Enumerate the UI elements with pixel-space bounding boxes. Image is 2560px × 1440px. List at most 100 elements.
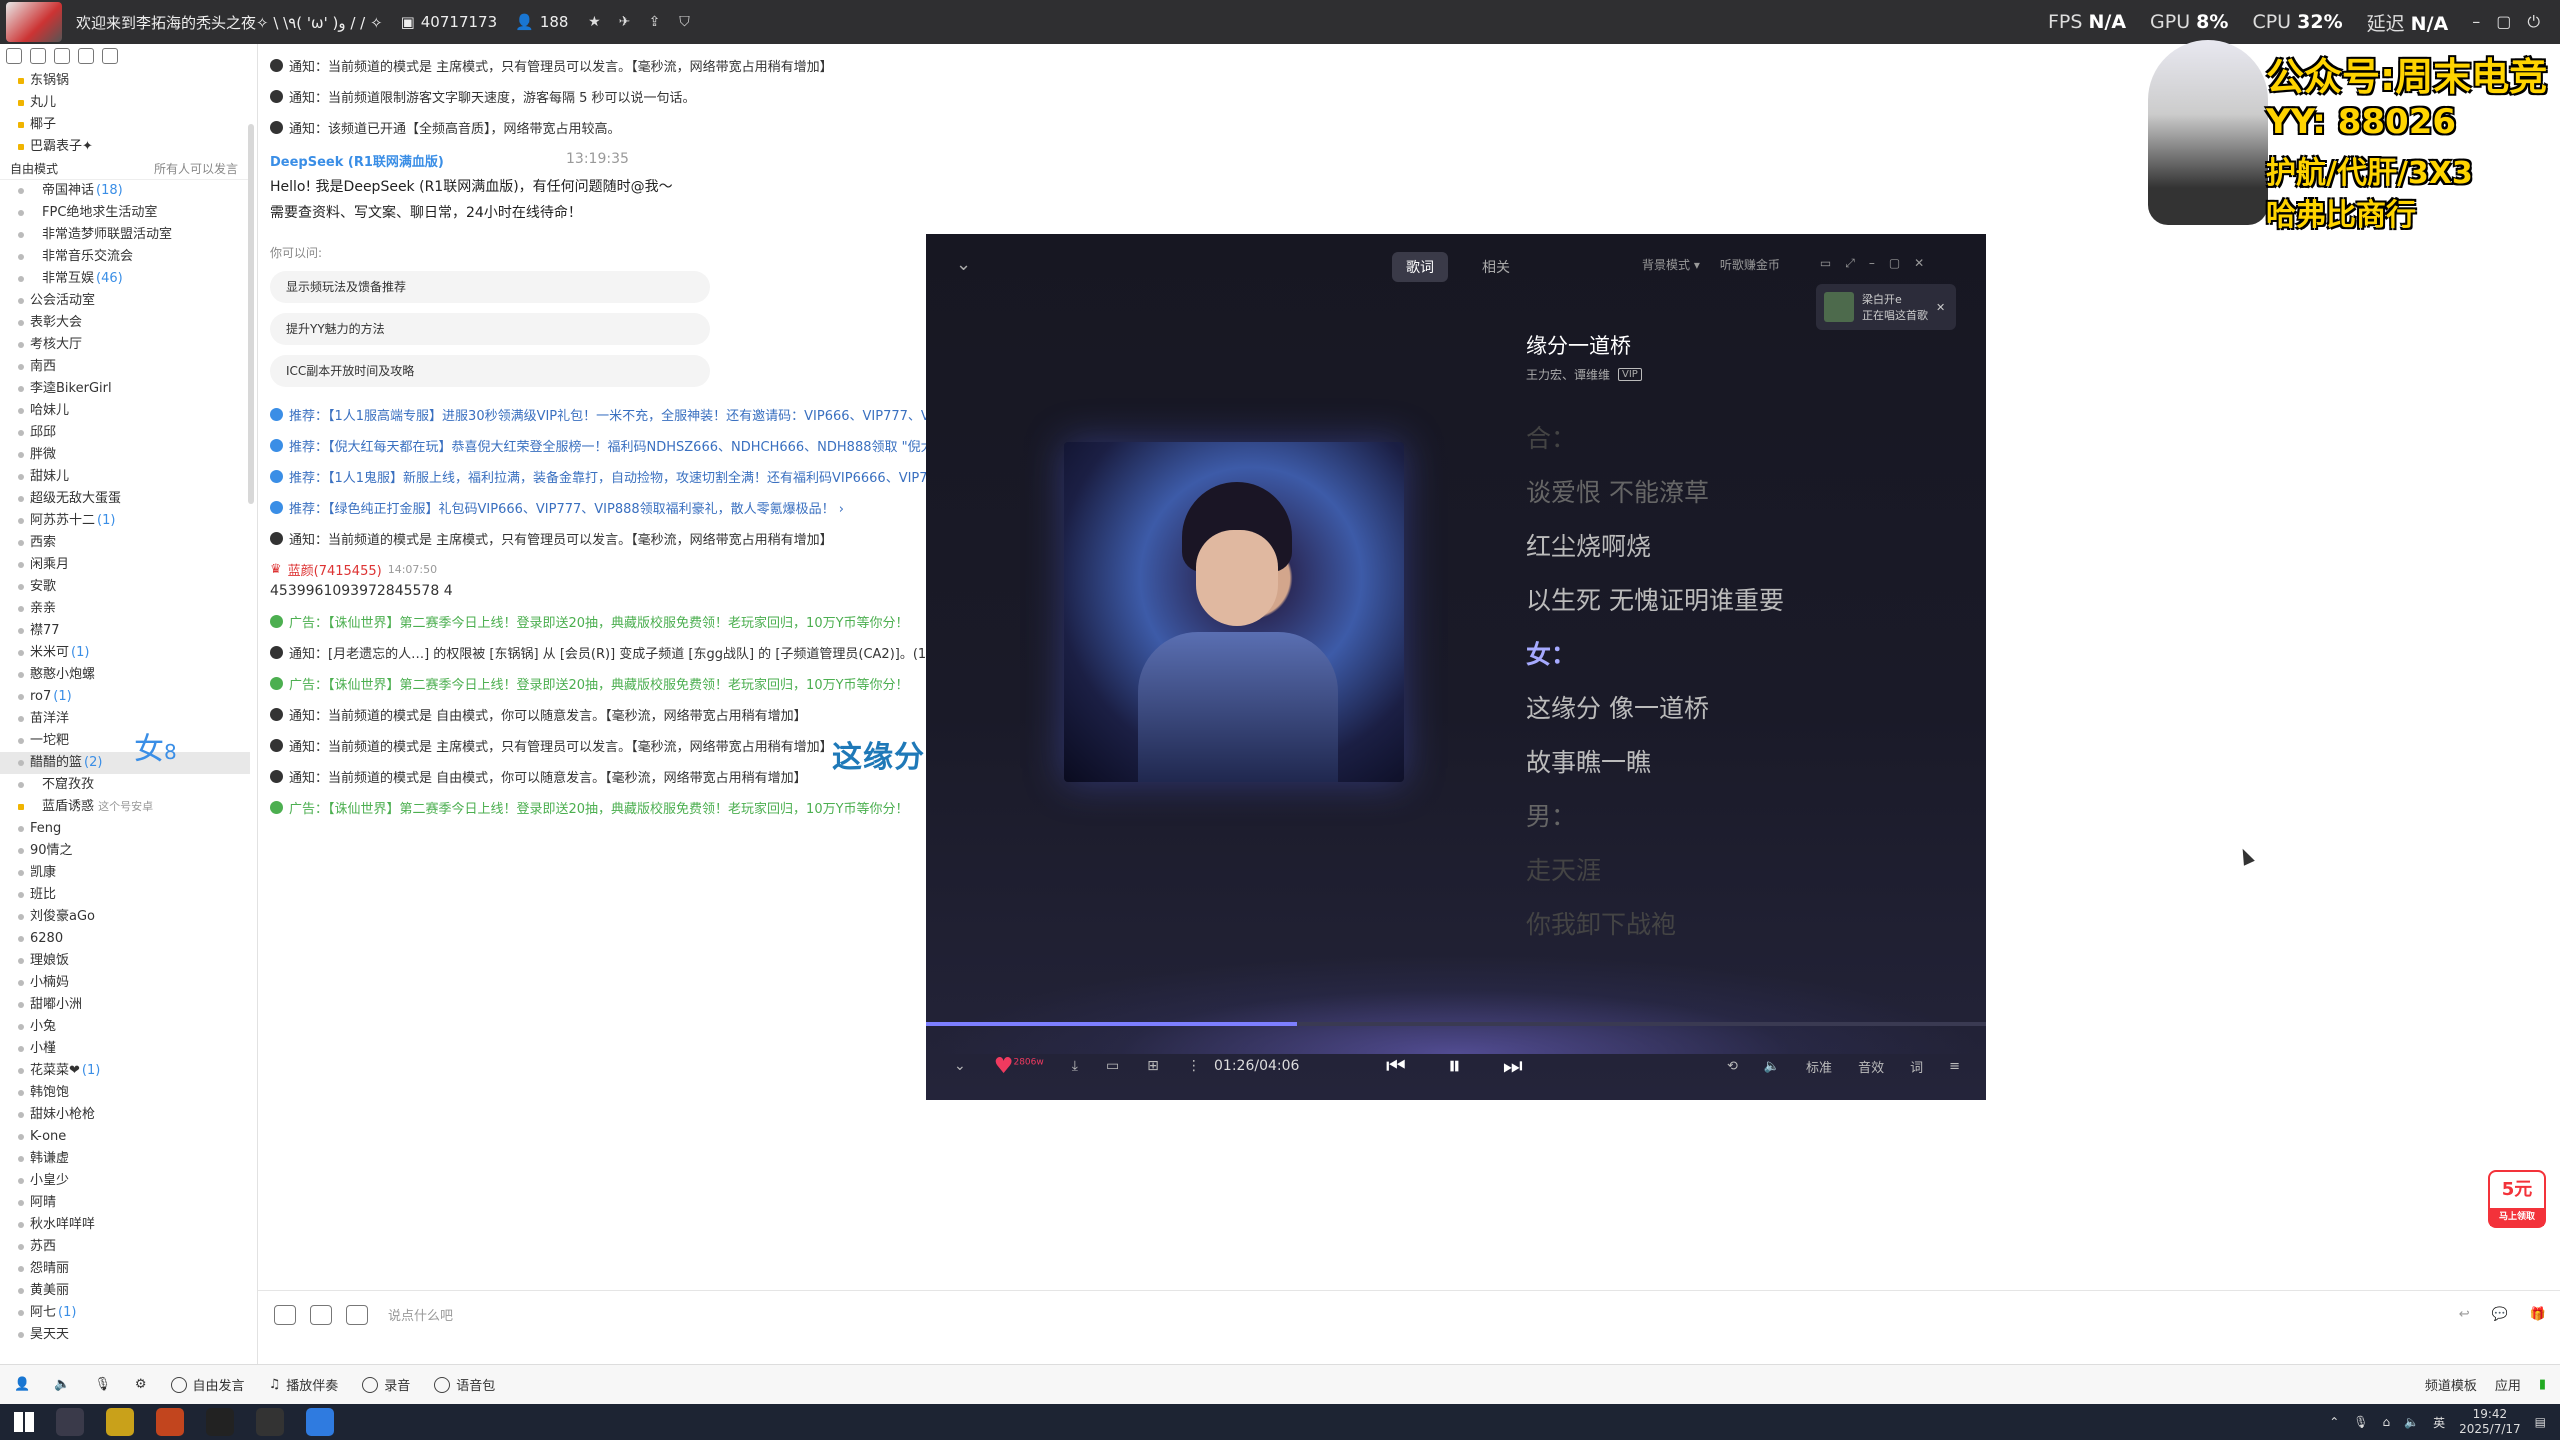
- tree-item[interactable]: 哈妹儿: [0, 400, 250, 422]
- record-button[interactable]: 录音: [362, 1375, 410, 1394]
- tree-item[interactable]: 甜妹儿: [0, 466, 250, 488]
- volume-icon[interactable]: 🔈: [2404, 1415, 2419, 1429]
- add-icon[interactable]: ⊞: [1147, 1058, 1159, 1074]
- bg-mode-button[interactable]: 背景模式 ▾: [1642, 256, 1700, 273]
- search-icon[interactable]: [102, 48, 118, 64]
- mic-icon[interactable]: 🎙: [94, 1377, 111, 1392]
- chevron-up-icon[interactable]: ⌃: [2329, 1415, 2339, 1429]
- tree-item[interactable]: ro7 (1): [0, 686, 250, 708]
- search-icon[interactable]: [346, 1304, 368, 1325]
- screen-icon[interactable]: ▭: [1820, 256, 1831, 273]
- close-icon[interactable]: ✕: [1914, 256, 1924, 273]
- tree-item[interactable]: 6280: [0, 928, 250, 950]
- ime-indicator[interactable]: 英: [2433, 1414, 2445, 1431]
- star-icon[interactable]: ★: [586, 14, 602, 30]
- power-icon[interactable]: ⏻: [2527, 12, 2540, 32]
- app-icon[interactable]: [156, 1408, 184, 1436]
- coupon-badge[interactable]: 5元 马上领取: [2488, 1170, 2546, 1228]
- suggestion-chip[interactable]: 提升YY魅力的方法: [270, 313, 710, 345]
- tree-item[interactable]: 巴霸表子✦: [0, 136, 250, 158]
- emoji-icon[interactable]: [274, 1304, 296, 1325]
- heart-icon[interactable]: ♥2806w: [994, 1054, 1044, 1079]
- tree-item[interactable]: 丸儿: [0, 92, 250, 114]
- tree-item[interactable]: 憨憨小炮螺: [0, 664, 250, 686]
- tree-item[interactable]: 邱邱: [0, 422, 250, 444]
- loop-icon[interactable]: ⟲: [1727, 1059, 1738, 1074]
- app-icon[interactable]: [106, 1408, 134, 1436]
- tree-item[interactable]: 超级无敌大蛋蛋: [0, 488, 250, 510]
- tree-item[interactable]: FPC绝地求生活动室: [0, 202, 250, 224]
- maximize-icon[interactable]: ▢: [1889, 256, 1900, 273]
- voice-pack-button[interactable]: 语音包: [434, 1375, 495, 1394]
- shield-icon[interactable]: ⛉: [676, 14, 692, 30]
- list-icon[interactable]: [78, 48, 94, 64]
- mixer-icon[interactable]: ⚙: [135, 1377, 147, 1392]
- tree-item[interactable]: 安歌: [0, 576, 250, 598]
- tree-item[interactable]: 花菜菜❤ (1): [0, 1060, 250, 1082]
- tree-item[interactable]: 阿晴: [0, 1192, 250, 1214]
- chat-input[interactable]: 说点什么吧: [388, 1305, 453, 1324]
- pause-icon[interactable]: ⏸: [1448, 1051, 1461, 1082]
- app-icon[interactable]: [206, 1408, 234, 1436]
- tree-item[interactable]: 帝国神话 (18): [0, 180, 250, 202]
- comment-icon[interactable]: ▭: [1106, 1058, 1119, 1074]
- notification-icon[interactable]: ▤: [2535, 1415, 2546, 1429]
- volume-icon[interactable]: 🔈: [1764, 1059, 1780, 1074]
- maximize-icon[interactable]: ▢: [2496, 12, 2511, 32]
- tree-item[interactable]: 90情之: [0, 840, 250, 862]
- tree-item[interactable]: 班比: [0, 884, 250, 906]
- plane-icon[interactable]: ✈: [616, 14, 632, 30]
- tree-item[interactable]: 胖微: [0, 444, 250, 466]
- share-icon[interactable]: ⇪: [646, 14, 662, 30]
- earn-coins-button[interactable]: 听歌赚金币: [1720, 256, 1780, 273]
- group-icon[interactable]: [30, 48, 46, 64]
- artist-name[interactable]: 王力宏、谭维维: [1526, 366, 1610, 383]
- user-icon[interactable]: [6, 48, 22, 64]
- tree-item[interactable]: 李逵BikerGirl: [0, 378, 250, 400]
- app-icon[interactable]: [256, 1408, 284, 1436]
- download-icon[interactable]: ⤓: [1072, 1058, 1078, 1074]
- chevron-down-icon[interactable]: ⌄: [954, 1058, 966, 1074]
- tree-item[interactable]: 秋水咩咩咩: [0, 1214, 250, 1236]
- tree-item[interactable]: 黄美丽: [0, 1280, 250, 1302]
- lyric-button[interactable]: 词: [1910, 1057, 1923, 1076]
- tree-item[interactable]: 小兔: [0, 1016, 250, 1038]
- tree-item[interactable]: 米米可 (1): [0, 642, 250, 664]
- tree-item[interactable]: 怨晴丽: [0, 1258, 250, 1280]
- chevron-down-icon[interactable]: ⌄: [956, 254, 971, 275]
- tree-item[interactable]: 闲乘月: [0, 554, 250, 576]
- tree-item[interactable]: 小楠妈: [0, 972, 250, 994]
- suggestion-chip[interactable]: 显示频玩法及馈备推荐: [270, 271, 710, 303]
- tree-item[interactable]: 阿苏苏十二 (1): [0, 510, 250, 532]
- play-music-button[interactable]: ♫ 播放伴奏: [269, 1375, 339, 1394]
- gamepad-icon[interactable]: [310, 1304, 332, 1325]
- gift-icon[interactable]: 🎁: [2530, 1307, 2546, 1322]
- tree-item[interactable]: 表彰大会: [0, 312, 250, 334]
- fullscreen-icon[interactable]: ⤢: [1845, 256, 1855, 273]
- person-icon[interactable]: 👤: [14, 1377, 30, 1392]
- tree-item[interactable]: Feng: [0, 818, 250, 840]
- progress-bar[interactable]: [926, 1022, 1986, 1026]
- tab-lyrics[interactable]: 歌词: [1392, 252, 1448, 282]
- channel-member[interactable]: 不窟孜孜: [0, 774, 250, 796]
- tree-item[interactable]: 昊天天: [0, 1324, 250, 1346]
- tree-item[interactable]: 考核大厅: [0, 334, 250, 356]
- network-icon[interactable]: ⌂: [2383, 1415, 2391, 1429]
- next-icon[interactable]: ⏭: [1503, 1054, 1523, 1079]
- tab-related[interactable]: 相关: [1468, 252, 1524, 282]
- sidebar-scrollbar[interactable]: [248, 124, 254, 504]
- channel-member[interactable]: 蓝盾诱惑 这个号安卓: [0, 796, 250, 818]
- more-icon[interactable]: ⋮: [1187, 1058, 1201, 1074]
- tree-item[interactable]: 小皇少: [0, 1170, 250, 1192]
- suggestion-chip[interactable]: ICC副本开放时间及攻略: [270, 355, 710, 387]
- channel-avatar[interactable]: [6, 2, 62, 42]
- tree-item[interactable]: 阿七 (1): [0, 1302, 250, 1324]
- tree-item[interactable]: 韩谦虚: [0, 1148, 250, 1170]
- tree-item[interactable]: 苏西: [0, 1236, 250, 1258]
- app-icon[interactable]: [306, 1408, 334, 1436]
- tree-item[interactable]: 苗洋洋: [0, 708, 250, 730]
- tree-item[interactable]: 西索: [0, 532, 250, 554]
- channel-mode[interactable]: 自由模式 所有人可以发言: [0, 158, 250, 180]
- speaker-icon[interactable]: 🔈: [54, 1377, 70, 1392]
- tree-item[interactable]: 公会活动室: [0, 290, 250, 312]
